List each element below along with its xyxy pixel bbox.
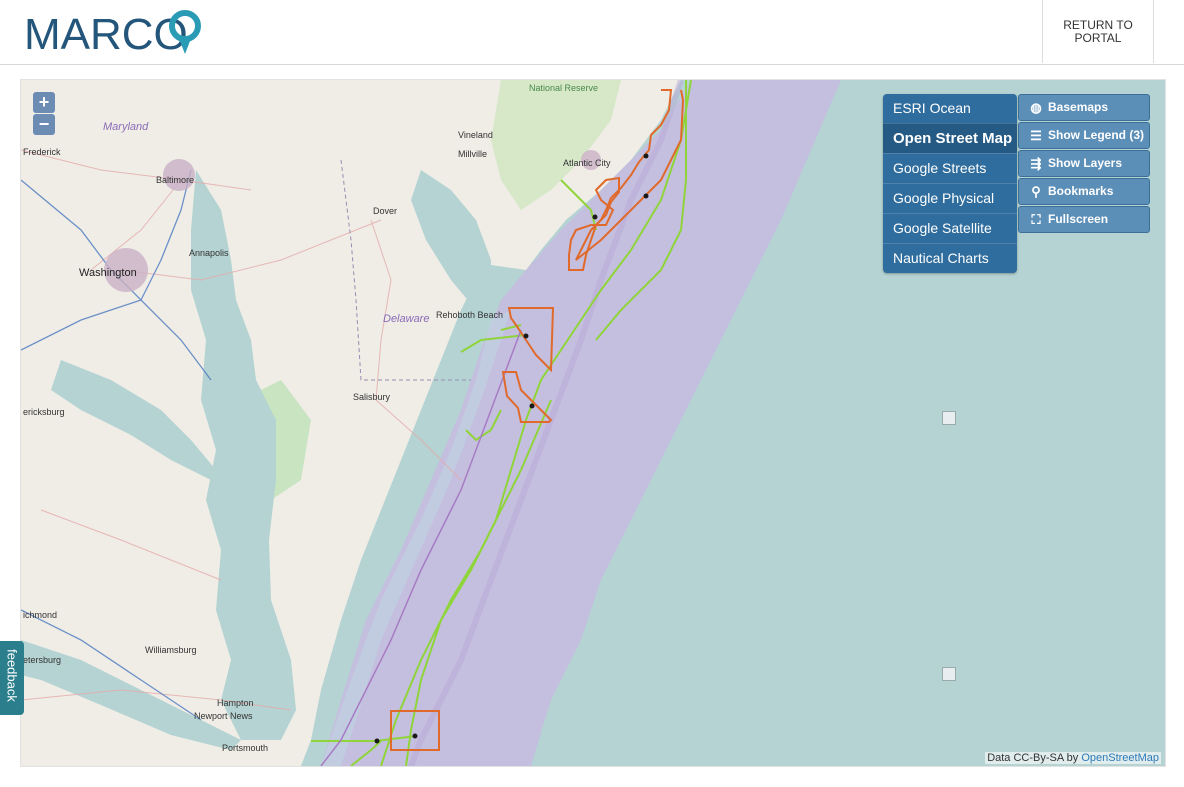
label-atlantic-city: Atlantic City [563,158,611,168]
label-baltimore: Baltimore [156,175,195,185]
openstreetmap-link[interactable]: OpenStreetMap [1081,752,1159,764]
label-williamsburg: Williamsburg [145,645,197,655]
attribution-text: Data CC-By-SA by [987,752,1079,764]
label-millville: Millville [458,149,487,159]
return-to-portal-button[interactable]: RETURN TO PORTAL [1042,0,1154,63]
basemaps-button[interactable]: ◍ Basemaps [1018,94,1150,121]
basemap-nautical-charts[interactable]: Nautical Charts [883,243,1017,273]
label-annapolis: Annapolis [189,248,229,258]
label-frederick: Frederick [23,147,61,157]
map-marker-icon: ⚲ [1031,183,1041,199]
header: MARCO RETURN TO PORTAL [0,0,1184,65]
show-layers-label: Show Layers [1048,156,1123,170]
zoom-control: + − [33,92,55,136]
label-national-reserve: National Reserve [529,83,599,93]
bookmarks-label: Bookmarks [1048,184,1114,198]
basemap-google-satellite[interactable]: Google Satellite [883,213,1017,243]
zoom-out-button[interactable]: − [33,114,55,135]
label-rehoboth-beach: Rehoboth Beach [436,310,504,320]
label-washington: Washington [79,267,137,279]
label-vineland: Vineland [458,130,493,140]
label-maryland: Maryland [103,121,149,133]
list-icon: ☰ [1030,127,1042,143]
basemap-google-physical[interactable]: Google Physical [883,183,1017,213]
show-legend-label: Show Legend (3) [1048,128,1144,142]
bookmarks-button[interactable]: ⚲ Bookmarks [1018,178,1150,205]
fullscreen-icon: ⛶ [1031,211,1041,227]
label-portsmouth: Portsmouth [222,743,269,753]
return-label-line2: PORTAL [1074,30,1122,45]
return-label-line1: RETURN TO [1063,17,1133,32]
fullscreen-button[interactable]: ⛶ Fullscreen [1018,206,1150,233]
label-dover: Dover [373,206,398,216]
label-richmond: ichmond [23,610,58,620]
basemap-esri-ocean[interactable]: ESRI Ocean [883,94,1017,123]
basemaps-label: Basemaps [1048,100,1109,114]
map-viewport[interactable]: Maryland Delaware Frederick Baltimore Wa… [20,79,1166,767]
label-fredericksburg: ericksburg [23,407,65,417]
show-layers-button[interactable]: ⇶ Show Layers [1018,150,1150,177]
zoom-in-button[interactable]: + [33,92,55,113]
label-petersburg: etersburg [23,655,62,665]
map-tools-panel: ◍ Basemaps ☰ Show Legend (3) ⇶ Show Laye… [1018,94,1150,234]
basemap-open-street-map[interactable]: Open Street Map [883,123,1017,153]
map-attribution: Data CC-By-SA by OpenStreetMap [985,752,1161,764]
marco-logo[interactable]: MARCO [24,8,204,60]
label-delaware: Delaware [383,313,430,325]
map-pin-icon [169,10,201,54]
feedback-label: feedback [4,649,20,702]
label-newport-news: Newport News [194,711,253,721]
globe-icon: ◍ [1030,99,1042,115]
broken-tile-icon [942,411,956,425]
layers-icon: ⇶ [1030,155,1042,171]
fullscreen-label: Fullscreen [1048,212,1109,226]
show-legend-button[interactable]: ☰ Show Legend (3) [1018,122,1150,149]
basemap-google-streets[interactable]: Google Streets [883,153,1017,183]
logo-text: MARCO [24,10,188,59]
feedback-tab[interactable]: feedback [0,641,24,715]
label-hampton: Hampton [217,698,254,708]
label-salisbury: Salisbury [353,392,391,402]
broken-tile-icon [942,667,956,681]
basemap-list: ESRI Ocean Open Street Map Google Street… [883,94,1017,273]
